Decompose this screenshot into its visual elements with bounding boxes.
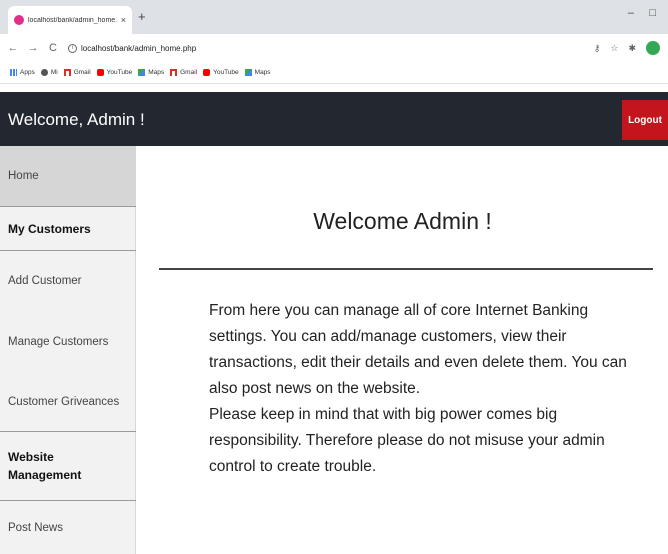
welcome-text: Welcome, Admin !	[8, 110, 145, 129]
gmail-icon	[63, 69, 71, 76]
gmail-icon	[170, 69, 178, 76]
forward-icon[interactable]: →	[26, 42, 40, 54]
url-text[interactable]: localhost/bank/admin_home.php	[81, 44, 196, 53]
toolbar-actions: ⚷ ☆ ✱	[594, 41, 660, 55]
youtube-icon	[203, 69, 211, 76]
tab-close-icon[interactable]: ×	[121, 15, 126, 25]
minimize-icon[interactable]: –	[628, 7, 634, 19]
logout-button[interactable]: Logout	[622, 100, 668, 140]
sidebar-heading-my-customers: My Customers	[0, 206, 136, 251]
bookmark-maps-2[interactable]: Maps	[244, 69, 271, 76]
intro-paragraph-1: From here you can manage all of core Int…	[209, 302, 627, 397]
sidebar: Home My Customers Add Customer Manage Cu…	[0, 146, 136, 554]
bookmark-gmail-2[interactable]: Gmail	[170, 69, 197, 76]
intro-text: From here you can manage all of core Int…	[209, 298, 649, 480]
bookmark-youtube-2[interactable]: YouTube	[203, 69, 239, 76]
restore-icon[interactable]: □	[649, 7, 656, 19]
browser-toolbar: ← → C i localhost/bank/admin_home.php ⚷ …	[0, 34, 668, 62]
key-icon[interactable]: ⚷	[594, 43, 601, 54]
tab-title: localhost/bank/admin_home.php	[28, 16, 117, 24]
sidebar-item-manage-customers[interactable]: Manage Customers	[0, 311, 136, 373]
star-icon[interactable]: ☆	[610, 43, 618, 54]
heading-line-1: Website	[8, 450, 54, 464]
mi-icon	[40, 69, 48, 76]
title-divider	[159, 268, 653, 270]
bookmark-mi[interactable]: Mi	[40, 69, 58, 76]
reload-icon[interactable]: C	[46, 42, 60, 54]
site-info-icon[interactable]: i	[68, 43, 77, 53]
page-title: Welcome Admin !	[313, 208, 492, 234]
bookmarks-bar: Apps Mi Gmail YouTube Maps Gmail YouTube…	[0, 62, 668, 84]
address-bar[interactable]: i localhost/bank/admin_home.php	[68, 43, 196, 53]
extensions-icon[interactable]: ✱	[628, 43, 636, 54]
sidebar-item-add-customer[interactable]: Add Customer	[0, 251, 136, 311]
bookmark-youtube[interactable]: YouTube	[96, 69, 132, 76]
maps-icon	[138, 69, 146, 76]
maps-icon	[244, 69, 252, 76]
sidebar-heading-website-management: Website Management	[0, 431, 136, 501]
browser-tab-bar: localhost/bank/admin_home.php × + – □	[0, 0, 668, 34]
browser-tab[interactable]: localhost/bank/admin_home.php ×	[8, 6, 132, 34]
sidebar-item-home[interactable]: Home	[0, 146, 136, 206]
bookmark-apps[interactable]: Apps	[10, 69, 35, 76]
apps-icon	[10, 69, 17, 76]
sidebar-item-customer-grievances[interactable]: Customer Griveances	[0, 373, 136, 431]
app-header: Welcome, Admin ! Logout	[0, 92, 668, 146]
sidebar-item-post-news[interactable]: Post News	[0, 501, 136, 554]
profile-avatar-icon[interactable]	[646, 41, 660, 55]
back-icon[interactable]: ←	[6, 42, 20, 54]
heading-line-2: Management	[8, 468, 82, 482]
bookmark-maps[interactable]: Maps	[138, 69, 164, 76]
main-content: Welcome Admin ! From here you can manage…	[137, 146, 668, 554]
site-favicon-icon	[14, 15, 24, 25]
new-tab-icon[interactable]: +	[138, 9, 146, 24]
youtube-icon	[96, 69, 104, 76]
intro-paragraph-2: Please keep in mind that with big power …	[209, 406, 605, 475]
bookmark-gmail[interactable]: Gmail	[63, 69, 91, 76]
